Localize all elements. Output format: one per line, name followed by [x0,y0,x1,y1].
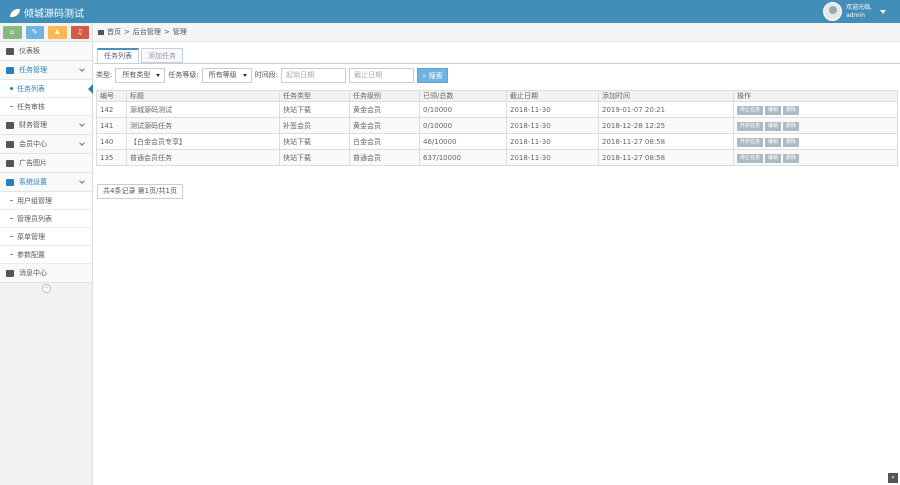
avatar [823,2,843,21]
edit-button[interactable]: 编辑 [765,105,782,115]
level-label: 任务等级: [168,71,199,79]
picture-icon [6,159,14,167]
app-title: 倾城源码测试 [24,9,84,20]
col-deadline: 截止日期 [506,90,599,102]
user-menu[interactable]: 欢迎光临, admin [823,2,886,21]
delete-button[interactable]: 删除 [783,153,800,163]
sidebar-item-params[interactable]: 参数配置 [0,246,92,264]
task-table: 编号 标题 任务类型 任务级别 已领/总数 截止日期 添加时间 操作 142 源… [96,90,898,166]
flag-icon [6,66,14,74]
start-date-input[interactable]: 起始日期 [281,67,347,83]
sidebar: ⌂ ✎ ♟ ♫ 仪表板 任务管理 任务列表 任务审核 财务管理 会员中心 广告图… [0,23,93,485]
tab-bar: 任务列表 添加任务 [97,48,183,63]
breadcrumb-backend[interactable]: 后台管理 [133,27,161,37]
filter-bar: 类型: 所有类型 任务等级: 所有等级 时间段: 起始日期 截止日期 ⌕ 搜索 [96,67,449,83]
table-row: 141 测试源码任务 补签会员 黄金会员 0/10000 2018-11-30 … [96,117,898,134]
sidebar-item-message-center[interactable]: 消息中心 [0,264,92,283]
brand[interactable]: 倾城源码测试 [10,5,84,20]
col-title: 标题 [126,90,280,102]
sidebar-item-task-review[interactable]: 任务审核 [0,98,92,116]
chevron-down-icon [79,140,85,146]
top-navbar: 倾城源码测试 欢迎光临, admin [0,0,900,23]
leaf-icon [10,8,20,17]
search-icon: ⌕ [422,71,427,80]
table-row: 142 源城源码测试 快站下载 黄金会员 0/10000 2018-11-30 … [96,101,898,118]
type-label: 类型: [96,71,113,79]
users-icon[interactable]: ♟ [48,26,67,39]
user-greeting: 欢迎光临, [846,3,872,11]
pencil-icon[interactable]: ✎ [25,26,44,39]
user-icon [6,140,14,148]
time-label: 时间段: [254,71,279,79]
tab-add-task[interactable]: 添加任务 [141,48,183,63]
delete-button[interactable]: 删除 [783,137,800,147]
chevron-down-icon [79,121,85,127]
home-icon[interactable]: ⌂ [3,26,22,39]
home-icon [98,29,104,35]
finance-icon [6,121,14,129]
double-chevron-left-icon[interactable]: « [42,284,51,293]
chevron-down-icon [79,66,85,72]
sidebar-item-user-list[interactable]: 用户组管理 [0,192,92,210]
edit-button[interactable]: 编辑 [765,153,782,163]
dashboard-icon [6,47,14,55]
col-count: 已领/总数 [419,90,507,102]
col-level: 任务级别 [349,90,420,102]
scroll-to-top-button[interactable]: « [888,473,898,483]
type-select[interactable]: 所有类型 [115,67,166,83]
col-added: 添加时间 [598,90,734,102]
delete-button[interactable]: 删除 [783,121,800,131]
breadcrumb-current: 管理 [172,28,187,36]
toggle-task-button[interactable]: 开启任务 [737,121,764,131]
col-type: 任务类型 [279,90,350,102]
sidebar-item-dashboard[interactable]: 仪表板 [0,42,92,61]
double-chevron-up-icon: « [891,474,895,481]
sidebar-item-task-list[interactable]: 任务列表 [0,80,93,98]
sidebar-item-menu-mgmt[interactable]: 菜单管理 [0,228,92,246]
sidebar-item-ads[interactable]: 广告图片 [0,154,92,173]
sidebar-item-finance[interactable]: 财务管理 [0,116,92,135]
sidebar-item-members[interactable]: 会员中心 [0,135,92,154]
sidebar-item-settings[interactable]: 系统设置 [0,173,92,192]
bell-icon[interactable]: ♫ [70,26,89,39]
table-row: 140 【白金会员专享】 快站下载 白金会员 46/10000 2018-11-… [96,133,898,150]
toggle-task-button[interactable]: 开启任务 [737,137,764,147]
shortcut-bar: ⌂ ✎ ♟ ♫ [0,23,92,42]
bookmark-icon [6,269,14,277]
sidebar-item-admin-list[interactable]: 管理员列表 [0,210,92,228]
toggle-task-button[interactable]: 停止任务 [737,153,764,163]
tab-task-list[interactable]: 任务列表 [97,48,139,63]
breadcrumb-home[interactable]: 首页 [107,27,121,37]
search-button[interactable]: ⌕ 搜索 [417,67,449,83]
caret-down-icon [880,9,886,14]
gear-icon [6,178,14,186]
user-name: admin [846,11,865,19]
col-ops: 操作 [733,90,898,102]
pagination-info: 共4条记录 第1页/共1页 [97,184,183,199]
sidebar-collapse: « [0,283,92,295]
delete-button[interactable]: 删除 [783,105,800,115]
level-select[interactable]: 所有等级 [201,67,252,83]
main-content: 首页 > 后台管理 > 管理 任务列表 添加任务 类型: 所有类型 任务等级: … [94,23,900,485]
end-date-input[interactable]: 截止日期 [349,67,415,83]
sidebar-item-tasks[interactable]: 任务管理 [0,61,92,80]
chevron-down-icon [79,178,85,184]
edit-button[interactable]: 编辑 [765,121,782,131]
toggle-task-button[interactable]: 停止任务 [737,105,764,115]
col-id: 编号 [96,90,127,102]
breadcrumb: 首页 > 后台管理 > 管理 [94,23,900,42]
edit-button[interactable]: 编辑 [765,137,782,147]
table-row: 135 普通会员任务 快站下载 普通会员 637/10000 2018-11-3… [96,149,898,166]
